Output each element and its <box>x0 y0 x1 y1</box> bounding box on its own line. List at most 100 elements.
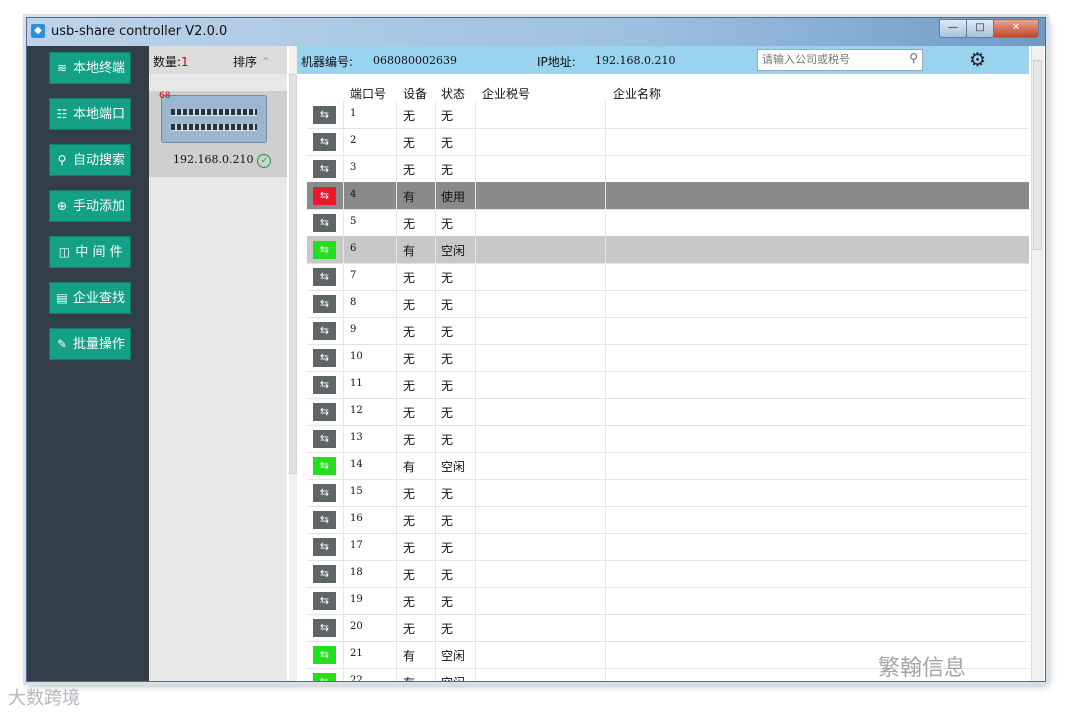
cell-divider <box>475 506 476 533</box>
port-number: 3 <box>350 162 357 173</box>
book-icon: ◫ <box>58 245 71 259</box>
usb-icon[interactable]: ⇆ <box>313 538 336 556</box>
usb-icon[interactable]: ⇆ <box>313 565 336 583</box>
table-row[interactable]: ⇆ 3 无 无 <box>307 155 1029 183</box>
sort-button[interactable]: 排序 ⌃ <box>233 53 271 70</box>
usb-icon[interactable]: ⇆ <box>313 484 336 502</box>
cell-divider <box>435 668 436 681</box>
search-icon[interactable]: ⚲ <box>909 51 918 65</box>
table-row[interactable]: ⇆ 4 有 使用 <box>307 182 1029 210</box>
grid-icon: ☷ <box>56 107 68 121</box>
table-row[interactable]: ⇆ 10 无 无 <box>307 344 1029 372</box>
usb-icon[interactable]: ⇆ <box>313 376 336 394</box>
usb-icon[interactable]: ⇆ <box>313 430 336 448</box>
cell-divider <box>475 425 476 452</box>
sidebar-item-auto-search[interactable]: ⚲ 自动搜索 <box>49 144 131 176</box>
sidebar-item-local-terminal[interactable]: ≋ 本地终端 <box>49 52 131 84</box>
window-title: usb-share controller V2.0.0 <box>51 24 228 39</box>
minimize-button[interactable]: — <box>939 19 967 38</box>
pencil-icon: ✎ <box>56 337 68 351</box>
usb-icon[interactable]: ⇆ <box>313 133 336 151</box>
table-row[interactable]: ⇆ 8 无 无 <box>307 290 1029 318</box>
table-row[interactable]: ⇆ 1 无 无 <box>307 101 1029 129</box>
cell-divider <box>396 344 397 371</box>
table-row[interactable]: ⇆ 20 无 无 <box>307 614 1029 642</box>
table-row[interactable]: ⇆ 7 无 无 <box>307 263 1029 291</box>
usb-icon[interactable]: ⇆ <box>313 349 336 367</box>
sort-label: 排序 <box>233 55 258 69</box>
table-row[interactable]: ⇆ 12 无 无 <box>307 398 1029 426</box>
table-row[interactable]: ⇆ 17 无 无 <box>307 533 1029 561</box>
port-status: 空闲 <box>441 674 465 681</box>
title-bar[interactable]: ◆ usb-share controller V2.0.0 — □ ✕ <box>27 18 1045 46</box>
usb-icon[interactable]: ⇆ <box>313 160 336 178</box>
table-row[interactable]: ⇆ 5 无 无 <box>307 209 1029 237</box>
table-row[interactable]: ⇆ 18 无 无 <box>307 560 1029 588</box>
device-status: 无 <box>403 163 416 177</box>
table-row[interactable]: ⇆ 16 无 无 <box>307 506 1029 534</box>
device-status: 无 <box>403 514 416 528</box>
cell-divider <box>435 614 436 641</box>
app-window: ◆ usb-share controller V2.0.0 — □ ✕ ≋ 本地终… <box>26 17 1046 682</box>
sidebar-item-middleware[interactable]: ◫ 中 间 件 <box>49 236 131 268</box>
port-number: 5 <box>350 216 357 227</box>
device-ip: 192.168.0.210 ✓ <box>173 153 272 168</box>
device-panel-header: 数量:1 排序 ⌃ <box>149 46 287 74</box>
usb-icon[interactable]: ⇆ <box>313 241 336 259</box>
table-scrollbar[interactable] <box>1031 46 1044 681</box>
usb-icon[interactable]: ⇆ <box>313 187 336 205</box>
cell-divider <box>605 344 606 371</box>
window-controls: — □ ✕ <box>939 19 1039 38</box>
usb-icon[interactable]: ⇆ <box>313 619 336 637</box>
table-row[interactable]: ⇆ 2 无 无 <box>307 128 1029 156</box>
table-row[interactable]: ⇆ 11 无 无 <box>307 371 1029 399</box>
cell-divider <box>396 128 397 155</box>
usb-icon[interactable]: ⇆ <box>313 673 336 681</box>
usb-icon[interactable]: ⇆ <box>313 511 336 529</box>
port-status: 无 <box>441 136 454 150</box>
sidebar-item-local-port[interactable]: ☷ 本地端口 <box>49 98 131 130</box>
table-row[interactable]: ⇆ 19 无 无 <box>307 587 1029 615</box>
cell-divider <box>343 506 344 533</box>
usb-icon[interactable]: ⇆ <box>313 214 336 232</box>
port-status: 无 <box>441 325 454 339</box>
device-card[interactable]: 68 192.168.0.210 ✓ <box>149 91 287 177</box>
usb-icon[interactable]: ⇆ <box>313 295 336 313</box>
cell-divider <box>343 209 344 236</box>
device-panel: 数量:1 排序 ⌃ 68 192.168.0.210 ✓ <box>149 46 287 681</box>
close-button[interactable]: ✕ <box>993 19 1039 38</box>
device-status: 有 <box>403 674 415 681</box>
sidebar-item-manual-add[interactable]: ⊕ 手动添加 <box>49 190 131 222</box>
table-row[interactable]: ⇆ 9 无 无 <box>307 317 1029 345</box>
maximize-button[interactable]: □ <box>966 19 994 38</box>
table-row[interactable]: ⇆ 15 无 无 <box>307 479 1029 507</box>
table-row[interactable]: ⇆ 6 有 空闲 <box>307 236 1029 264</box>
usb-icon[interactable]: ⇆ <box>313 268 336 286</box>
table-row[interactable]: ⇆ 14 有 空闲 <box>307 452 1029 480</box>
cell-divider <box>396 533 397 560</box>
sidebar-item-batch-operation[interactable]: ✎ 批量操作 <box>49 328 131 360</box>
port-table: 端口号 设备 状态 企业税号 企业名称 ⇆ 1 无无 ⇆ 2 无无 ⇆ 3 无无 ⇆ 4 有使用 ⇆ 5 无… <box>307 83 1029 681</box>
usb-icon[interactable]: ⇆ <box>313 322 336 340</box>
usb-icon[interactable]: ⇆ <box>313 403 336 421</box>
gear-icon[interactable]: ⚙ <box>969 49 986 71</box>
usb-icon[interactable]: ⇆ <box>313 106 336 124</box>
port-number: 10 <box>350 351 363 362</box>
search-icon: ⚲ <box>57 153 67 167</box>
sidebar: ≋ 本地终端 ☷ 本地端口 ⚲ 自动搜索 ⊕ 手动添加 ◫ 中 间 件 ▤ 企业查找 ✎ 批量… <box>27 46 149 681</box>
cell-divider <box>435 587 436 614</box>
cell-divider <box>475 479 476 506</box>
search-input[interactable] <box>758 50 902 68</box>
device-panel-scrollbar[interactable] <box>289 46 297 681</box>
port-number: 1 <box>350 108 357 119</box>
device-status: 无 <box>403 379 416 393</box>
sidebar-item-company-search[interactable]: ▤ 企业查找 <box>49 282 131 314</box>
usb-icon[interactable]: ⇆ <box>313 646 336 664</box>
usb-icon[interactable]: ⇆ <box>313 592 336 610</box>
cell-divider <box>605 587 606 614</box>
port-number: 6 <box>350 243 357 254</box>
cell-divider <box>605 128 606 155</box>
port-status: 空闲 <box>441 460 466 474</box>
table-row[interactable]: ⇆ 13 无 无 <box>307 425 1029 453</box>
usb-icon[interactable]: ⇆ <box>313 457 336 475</box>
